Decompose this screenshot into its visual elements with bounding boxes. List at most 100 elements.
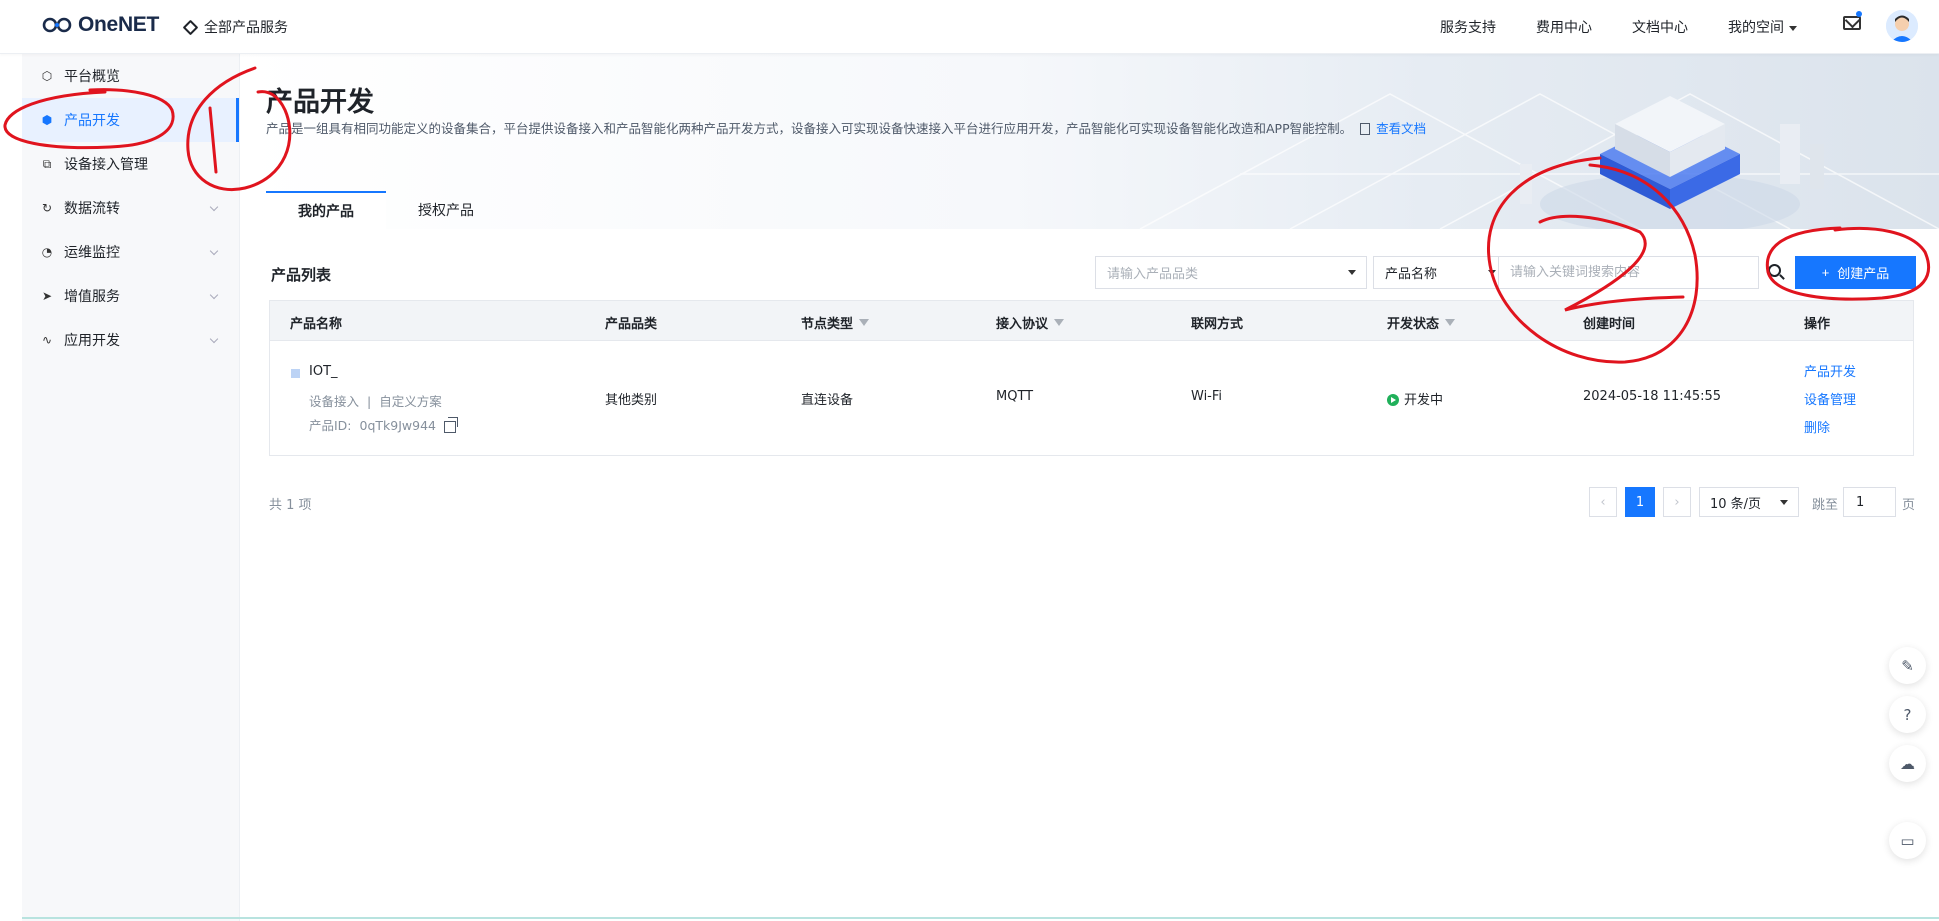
overview-icon: ⬡ [41,69,53,83]
cell-network: Wi-Fi [1191,389,1223,404]
jump-page-input[interactable] [1843,487,1896,517]
product-meta: 设备接入 | 自定义方案 [309,394,442,409]
product-icon [291,369,300,378]
help-icon[interactable]: ? [1889,696,1926,733]
caret-down-icon [1780,500,1788,505]
mail-icon[interactable] [1843,16,1861,30]
cell-category: 其他类别 [605,393,658,408]
nav-billing-center[interactable]: 费用中心 [1536,17,1592,37]
device-icon: ⧉ [42,156,52,171]
product-table: 产品名称 产品品类 节点类型 接入协议 联网方式 开发状态 创建时间 操作 IO… [269,300,1914,456]
onenet-logo[interactable]: OneNET [42,13,159,37]
col-header-node-type[interactable]: 节点类型 [801,313,870,332]
cloud-icon[interactable]: ☁ [1889,745,1926,782]
prev-page-button[interactable]: ‹ [1589,487,1617,517]
monitor-icon: ◔ [41,245,53,259]
nav-docs-center[interactable]: 文档中心 [1632,17,1688,37]
send-icon: ➤ [41,289,53,303]
sidebar-item-value-added[interactable]: ➤ 增值服务 [22,274,239,318]
product-list-title: 产品列表 [271,266,332,284]
diamond-icon [182,19,199,35]
hero-banner: 产品开发 产品是一组具有相同功能定义的设备集合，平台提供设备接入和产品智能化两种… [240,54,1939,229]
logo-text: OneNET [78,13,160,36]
sidebar-item-overview[interactable]: ⬡ 平台概览 [22,54,239,98]
tab-bar: 我的产品 授权产品 [266,191,506,229]
copy-icon[interactable] [444,416,459,433]
create-product-label: 创建产品 [1837,266,1890,281]
action-device-manage[interactable]: 设备管理 [1804,389,1856,408]
filter-icon[interactable] [1054,319,1065,326]
all-services-label: 全部产品服务 [204,20,288,36]
filter-icon[interactable] [1445,319,1456,326]
sidebar-item-label: 设备接入管理 [64,157,148,173]
col-header-created: 创建时间 [1583,317,1636,332]
next-page-button[interactable]: › [1663,487,1691,517]
create-product-button[interactable]: + 创建产品 [1795,256,1916,289]
total-count: 共 1 项 [269,498,312,513]
page-unit-label: 页 [1902,498,1916,513]
my-space-label: 我的空间 [1728,20,1784,36]
logo-mark-icon [42,17,72,33]
caret-down-icon [1348,270,1356,275]
search-input[interactable] [1499,256,1759,289]
action-product-dev[interactable]: 产品开发 [1804,361,1856,380]
chevron-down-icon [209,290,219,300]
chevron-down-icon [209,202,219,212]
sidebar-item-label: 产品开发 [64,113,120,129]
col-header-protocol[interactable]: 接入协议 [996,313,1065,332]
status-label: 开发中 [1404,393,1444,408]
avatar-icon [1886,10,1918,42]
search-field-label: 产品名称 [1385,267,1438,282]
all-services-menu[interactable]: 全部产品服务 [182,17,288,37]
sidebar-item-device-access[interactable]: ⧉ 设备接入管理 [22,142,239,186]
cell-protocol: MQTT [996,389,1034,404]
product-id: 产品ID: 0qTk9Jw944 [309,415,459,434]
cell-node-type: 直连设备 [801,393,854,408]
col-header-status[interactable]: 开发状态 [1387,313,1456,332]
minimize-icon[interactable]: ▭ [1889,822,1926,859]
product-name[interactable]: IOT_ [309,364,338,379]
view-docs-link[interactable]: 查看文档 [1376,121,1426,136]
status-running-icon [1387,394,1399,406]
app-icon: ∿ [41,333,53,347]
page-description: 产品是一组具有相同功能定义的设备集合，平台提供设备接入和产品智能化两种产品开发方… [266,118,1426,137]
bottom-divider [22,917,1939,919]
sidebar-item-app-dev[interactable]: ∿ 应用开发 [22,318,239,362]
tab-authorized-products[interactable]: 授权产品 [386,191,506,229]
category-placeholder: 请输入产品品类 [1107,267,1199,282]
sidebar-item-label: 应用开发 [64,333,120,349]
sidebar-item-label: 数据流转 [64,201,120,217]
page-title: 产品开发 [266,87,374,118]
caret-down-icon [1488,270,1496,275]
cell-status: 开发中 [1387,389,1443,408]
page-size-label: 10 条/页 [1710,496,1762,512]
description-text: 产品是一组具有相同功能定义的设备集合，平台提供设备接入和产品智能化两种产品开发方… [266,121,1353,136]
col-header-network: 联网方式 [1191,317,1244,332]
top-nav: 服务支持 费用中心 文档中心 我的空间 [1440,17,1797,37]
search-icon[interactable] [1763,259,1789,285]
sidebar-item-product-dev[interactable]: ⬢ 产品开发 [22,98,239,142]
document-icon [1360,123,1371,135]
edit-icon[interactable]: ✎ [1889,647,1926,684]
nav-my-space[interactable]: 我的空间 [1728,17,1797,37]
jump-label: 跳至 [1812,498,1839,513]
search-field-select[interactable]: 产品名称 [1373,256,1499,289]
sidebar-item-label: 运维监控 [64,245,120,261]
sidebar-item-monitoring[interactable]: ◔ 运维监控 [22,230,239,274]
category-select[interactable]: 请输入产品品类 [1095,256,1367,289]
table-header: 产品名称 产品品类 节点类型 接入协议 联网方式 开发状态 创建时间 操作 [270,301,1913,341]
action-delete[interactable]: 删除 [1804,417,1830,436]
notification-dot [1856,11,1862,17]
avatar[interactable] [1886,10,1918,42]
page-size-select[interactable]: 10 条/页 [1699,487,1799,517]
sidebar-item-data-flow[interactable]: ↻ 数据流转 [22,186,239,230]
tab-my-products[interactable]: 我的产品 [266,191,386,229]
plus-icon: + [1821,265,1830,280]
nav-service-support[interactable]: 服务支持 [1440,17,1496,37]
page-number-button[interactable]: 1 [1625,487,1655,517]
cube-icon: ⬢ [41,113,53,127]
chevron-down-icon [209,246,219,256]
sidebar: ⬡ 平台概览 ⬢ 产品开发 ⧉ 设备接入管理 ↻ 数据流转 ◔ 运维监控 ➤ 增… [22,54,240,921]
filter-icon[interactable] [859,319,870,326]
col-header-actions: 操作 [1804,317,1831,332]
